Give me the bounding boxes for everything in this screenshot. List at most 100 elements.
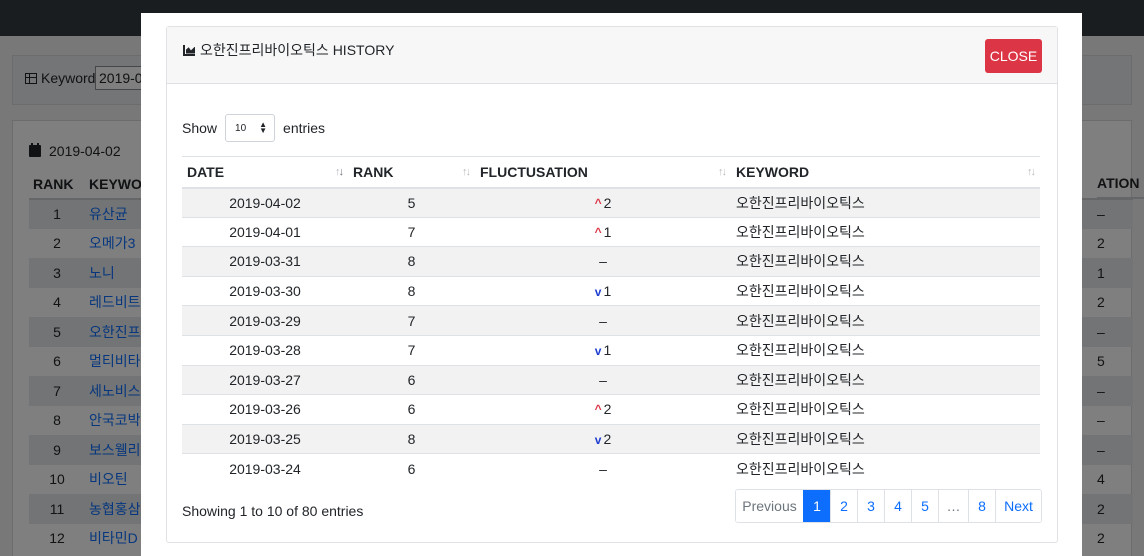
history-keyword: 오한진프리바이오틱스 <box>731 216 1040 247</box>
history-fluctuation-value: – <box>599 312 607 329</box>
history-fluctuation: v2 <box>475 423 731 454</box>
history-row: 2019-03-26 6 ^ 2 오한진프리바이오틱스 <box>182 394 1040 425</box>
history-row: 2019-03-25 8 v 2 오한진프리바이오틱스 <box>182 423 1040 454</box>
history-date: 2019-03-29 <box>182 305 348 336</box>
history-rank: 5 <box>348 187 475 218</box>
sort-desc-icon: ↑↓ <box>335 166 344 178</box>
arrow-up-icon: ^ <box>594 195 602 210</box>
history-date: 2019-03-25 <box>182 423 348 454</box>
history-rank: 7 <box>348 216 475 247</box>
fluctuation-column-header[interactable]: FLUCTUSATION ↑↓ <box>475 156 731 189</box>
modal-title: 오한진프리바이오틱스 HISTORY <box>200 42 395 58</box>
sort-icon: ↑↓ <box>718 166 727 178</box>
history-row: 2019-03-28 7 v 1 오한진프리바이오틱스 <box>182 334 1040 366</box>
history-row: 2019-03-24 6 – 오한진프리바이오틱스 <box>182 453 1040 484</box>
history-date: 2019-03-28 <box>182 334 348 366</box>
modal-header: 오한진프리바이오틱스 HISTORY CLOSE <box>167 27 1057 84</box>
entries-label: entries <box>283 120 326 136</box>
history-row: 2019-04-02 5 ^ 2 오한진프리바이오틱스 <box>182 187 1040 218</box>
rank-column-header[interactable]: RANK ↑↓ <box>348 156 475 189</box>
history-row: 2019-03-27 6 – 오한진프리바이오틱스 <box>182 364 1040 395</box>
history-table: DATE ↑↓ RANK ↑↓ FLUCTUSATION ↑↓ KEYWORD … <box>182 156 1040 484</box>
history-date: 2019-03-27 <box>182 364 348 395</box>
page-length-value: 10 <box>235 122 247 134</box>
history-date: 2019-03-31 <box>182 246 348 277</box>
history-keyword: 오한진프리바이오틱스 <box>731 453 1040 484</box>
history-fluctuation-value: 1 <box>603 342 612 359</box>
date-column-header[interactable]: DATE ↑↓ <box>182 156 348 189</box>
history-fluctuation: – <box>475 246 731 277</box>
history-keyword: 오한진프리바이오틱스 <box>731 187 1040 218</box>
history-fluctuation: ^ 2 <box>475 187 731 218</box>
keyword-column-header[interactable]: KEYWORD ↑↓ <box>731 156 1040 189</box>
fluctuation-header-label: FLUCTUSATION <box>480 163 588 180</box>
page-3-button[interactable]: 3 <box>857 490 884 522</box>
history-fluctuation-value: 2 <box>603 194 612 211</box>
history-rank: 8 <box>348 246 475 277</box>
page-8-button[interactable]: 8 <box>968 490 995 522</box>
page-1-button[interactable]: 1 <box>803 490 830 522</box>
pagination: Previous 1 2 3 4 5… 8 Next <box>735 489 1042 523</box>
history-card: 오한진프리바이오틱스 HISTORY CLOSE Show 10 ▲ ▼ entr… <box>166 26 1058 543</box>
history-row: 2019-04-01 7 ^ 1 오한진프리바이오틱스 <box>182 216 1040 247</box>
history-row: 2019-03-30 8 v 1 오한진프리바이오틱스 <box>182 275 1040 306</box>
history-row: 2019-03-31 8 – 오한진프리바이오틱스 <box>182 246 1040 277</box>
show-label: Show <box>182 120 218 136</box>
history-rank: 6 <box>348 364 475 395</box>
arrow-down-icon: v <box>594 285 602 300</box>
history-rank: 6 <box>348 394 475 425</box>
history-keyword: 오한진프리바이오틱스 <box>731 275 1040 306</box>
pagination-ellipsis: … <box>938 490 968 522</box>
arrow-down-icon: v <box>594 344 602 359</box>
history-fluctuation: ^ 1 <box>475 216 731 247</box>
arrow-down-icon: v <box>594 433 602 448</box>
rank-header-label: RANK <box>353 163 394 180</box>
history-fluctuation-value: – <box>599 253 607 270</box>
history-date: 2019-04-01 <box>182 216 348 247</box>
close-button[interactable]: CLOSE <box>985 39 1042 73</box>
page-2-button[interactable]: 2 <box>830 490 857 522</box>
arrow-up-icon: ^ <box>594 224 602 239</box>
history-fluctuation: v1 <box>475 334 731 366</box>
history-keyword: 오한진프리바이오틱스 <box>731 334 1040 366</box>
arrow-up-icon: ^ <box>594 402 602 417</box>
history-date: 2019-03-30 <box>182 275 348 306</box>
history-keyword: 오한진프리바이오틱스 <box>731 305 1040 336</box>
modal-title-group: 오한진프리바이오틱스 HISTORY <box>183 40 394 60</box>
history-fluctuation-value: 2 <box>603 431 612 448</box>
history-fluctuation-value: – <box>599 371 607 388</box>
history-date: 2019-03-26 <box>182 394 348 425</box>
page-5-button[interactable]: 5 <box>911 490 938 522</box>
history-keyword: 오한진프리바이오틱스 <box>731 423 1040 454</box>
history-fluctuation: v1 <box>475 275 731 306</box>
area-chart-icon <box>183 44 195 56</box>
history-fluctuation-value: 1 <box>603 283 612 300</box>
sort-icon: ↑↓ <box>1027 166 1036 178</box>
page-length-control: Show 10 ▲ ▼ entries <box>182 114 325 142</box>
history-rank: 8 <box>348 275 475 306</box>
history-rank: 8 <box>348 423 475 454</box>
sort-icon: ↑↓ <box>462 166 471 178</box>
history-keyword: 오한진프리바이오틱스 <box>731 246 1040 277</box>
page-4-button[interactable]: 4 <box>884 490 911 522</box>
select-caret-icon: ▲ ▼ <box>259 120 268 135</box>
history-rank: 6 <box>348 453 475 484</box>
history-rank: 7 <box>348 334 475 366</box>
history-keyword: 오한진프리바이오틱스 <box>731 394 1040 425</box>
page-length-select[interactable]: 10 ▲ ▼ <box>225 114 276 142</box>
history-fluctuation-value: 1 <box>603 223 612 240</box>
history-date: 2019-03-24 <box>182 453 348 484</box>
next-page-button[interactable]: Next <box>995 490 1041 522</box>
history-fluctuation-value: – <box>599 460 607 477</box>
history-keyword: 오한진프리바이오틱스 <box>731 364 1040 395</box>
history-fluctuation-value: 2 <box>603 401 612 418</box>
history-modal: 오한진프리바이오틱스 HISTORY CLOSE Show 10 ▲ ▼ entr… <box>141 13 1082 556</box>
history-rank: 7 <box>348 305 475 336</box>
history-row: 2019-03-29 7 – 오한진프리바이오틱스 <box>182 305 1040 336</box>
history-fluctuation: – <box>475 364 731 395</box>
previous-page-button[interactable]: Previous <box>736 490 803 522</box>
history-fluctuation: – <box>475 305 731 336</box>
history-fluctuation: ^ 2 <box>475 394 731 425</box>
keyword-header-label: KEYWORD <box>736 163 810 180</box>
history-fluctuation: – <box>475 453 731 484</box>
